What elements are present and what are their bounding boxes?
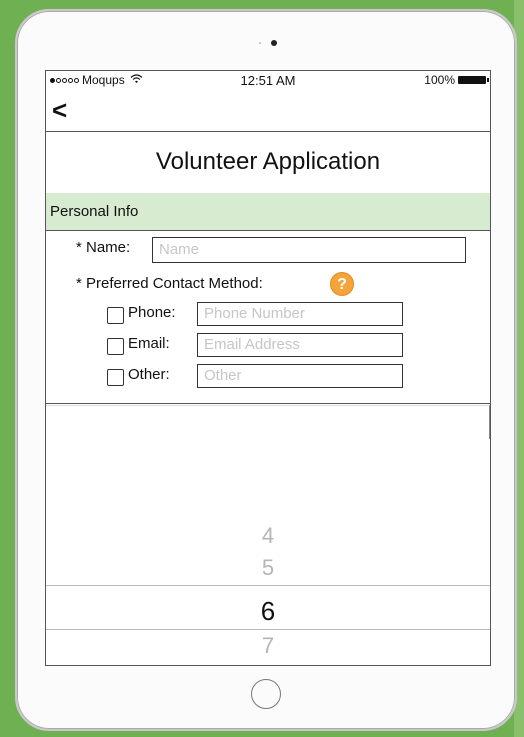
email-field[interactable]: Email Address <box>197 333 403 357</box>
phone-checkbox[interactable] <box>107 307 124 324</box>
personal-info-form: * Name: Name * Preferred Contact Method:… <box>46 231 490 404</box>
status-bar: Moqups 12:51 AM 100% <box>46 71 490 93</box>
battery-icon <box>458 76 489 84</box>
other-field[interactable]: Other <box>197 364 403 388</box>
picker-selection-bottom <box>46 629 490 630</box>
home-button[interactable] <box>251 679 281 709</box>
section-title: Personal Info <box>50 203 139 220</box>
title-bar: Volunteer Application <box>46 131 490 194</box>
number-picker[interactable]: 4 5 6 7 8 <box>46 405 490 665</box>
other-checkbox[interactable] <box>107 369 124 386</box>
email-label: Email: <box>128 335 170 352</box>
other-label: Other: <box>128 366 170 383</box>
picker-option[interactable]: 4 <box>46 523 490 549</box>
picker-option[interactable]: 7 <box>46 633 490 659</box>
page-title: Volunteer Application <box>155 148 381 175</box>
picker-selection-top <box>46 585 490 586</box>
navigation-bar: < <box>46 93 490 132</box>
picker-selected-option[interactable]: 6 <box>46 596 490 627</box>
chevron-left-icon: < <box>52 95 68 125</box>
picker-toolbar <box>46 405 490 439</box>
picker-option[interactable]: 8 <box>46 663 490 665</box>
device-screen: Moqups 12:51 AM 100% < Volunteer Applica… <box>45 70 491 666</box>
picker-option[interactable]: 5 <box>46 555 490 581</box>
email-checkbox[interactable] <box>107 338 124 355</box>
name-field[interactable]: Name <box>152 237 466 263</box>
sensor-dot <box>259 42 261 44</box>
help-icon[interactable]: ? <box>330 272 354 296</box>
contact-method-label: * Preferred Contact Method: <box>76 275 263 292</box>
back-button[interactable]: < <box>52 97 72 123</box>
battery-percent: 100% <box>424 73 455 87</box>
camera-icon <box>271 40 277 46</box>
section-header: Personal Info <box>46 193 490 231</box>
phone-field[interactable]: Phone Number <box>197 302 403 326</box>
battery-status: 100% <box>424 73 489 87</box>
phone-label: Phone: <box>128 304 176 321</box>
name-label: * Name: <box>76 239 131 256</box>
